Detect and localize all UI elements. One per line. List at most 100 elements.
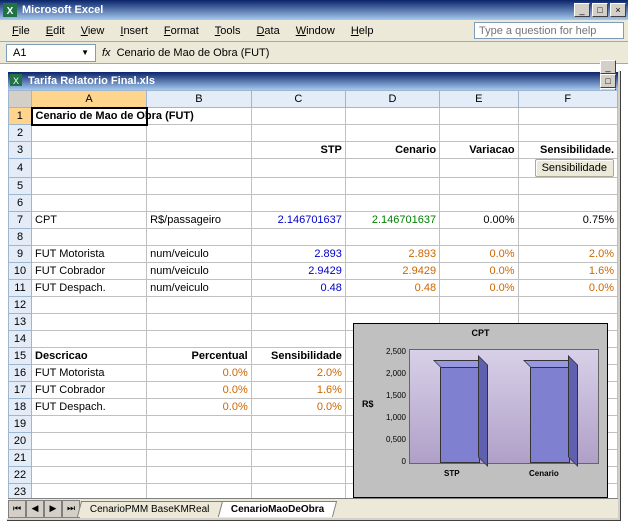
cell[interactable]: Cenario	[345, 142, 439, 159]
cell[interactable]: STP	[251, 142, 345, 159]
cell[interactable]	[251, 297, 345, 314]
cell[interactable]	[147, 195, 252, 212]
cell[interactable]	[345, 159, 439, 178]
row-header[interactable]: 19	[9, 416, 32, 433]
sheet-tab-cenariomaodeobra[interactable]: CenarioMaoDeObra	[217, 501, 337, 517]
cell[interactable]	[251, 229, 345, 246]
cell[interactable]	[440, 195, 518, 212]
cell[interactable]: 0.0%	[440, 246, 518, 263]
row-header[interactable]: 13	[9, 314, 32, 331]
cell[interactable]	[147, 125, 252, 142]
cell[interactable]: num/veiculo	[147, 246, 252, 263]
cell[interactable]	[440, 178, 518, 195]
cell[interactable]: FUT Cobrador	[32, 263, 147, 280]
grid[interactable]: A B C D E F 1 Cenario de Mao de Obra (FU…	[8, 90, 618, 500]
menu-tools[interactable]: Tools	[207, 23, 249, 39]
row-header[interactable]: 10	[9, 263, 32, 280]
cell[interactable]	[32, 229, 147, 246]
cell[interactable]	[147, 433, 252, 450]
cell[interactable]	[32, 467, 147, 484]
cell[interactable]: num/veiculo	[147, 280, 252, 297]
sensibilidade-button[interactable]: Sensibilidade	[535, 159, 614, 177]
cell[interactable]	[251, 467, 345, 484]
cell[interactable]: FUT Cobrador	[32, 382, 147, 399]
menu-format[interactable]: Format	[156, 23, 207, 39]
cell[interactable]: FUT Motorista	[32, 365, 147, 382]
cell[interactable]	[32, 450, 147, 467]
cell[interactable]	[32, 416, 147, 433]
cell[interactable]: 2.9429	[251, 263, 345, 280]
cell[interactable]: FUT Despach.	[32, 399, 147, 416]
cell[interactable]	[345, 229, 439, 246]
cell[interactable]	[440, 125, 518, 142]
cell[interactable]: Variacao	[440, 142, 518, 159]
row-header[interactable]: 8	[9, 229, 32, 246]
cell[interactable]	[251, 450, 345, 467]
cell[interactable]	[147, 450, 252, 467]
cell[interactable]	[147, 229, 252, 246]
cell[interactable]	[345, 297, 439, 314]
col-header-E[interactable]: E	[440, 91, 518, 108]
cell[interactable]	[32, 142, 147, 159]
select-all-corner[interactable]	[9, 91, 32, 108]
cell[interactable]: Sensibilidade	[518, 159, 617, 178]
col-header-F[interactable]: F	[518, 91, 617, 108]
fx-label[interactable]: fx	[102, 47, 111, 59]
cell[interactable]: 2.0%	[251, 365, 345, 382]
cell[interactable]: Percentual	[147, 348, 252, 365]
cell[interactable]	[147, 331, 252, 348]
name-box[interactable]: A1 ▼	[6, 44, 96, 62]
row-header[interactable]: 16	[9, 365, 32, 382]
chart-cpt[interactable]: CPT R$ 0 0,500 1,000 1,500 2,000 2,500 S…	[353, 323, 608, 498]
cell[interactable]: 0.48	[345, 280, 439, 297]
cell[interactable]	[251, 416, 345, 433]
cell[interactable]	[251, 125, 345, 142]
row-header[interactable]: 22	[9, 467, 32, 484]
cell[interactable]: 2.893	[251, 246, 345, 263]
minimize-button[interactable]: _	[574, 3, 590, 17]
cell[interactable]	[440, 108, 518, 125]
cell[interactable]	[345, 178, 439, 195]
cell[interactable]	[32, 314, 147, 331]
cell[interactable]	[32, 159, 147, 178]
menu-insert[interactable]: Insert	[112, 23, 156, 39]
row-header[interactable]: 17	[9, 382, 32, 399]
cell[interactable]	[147, 416, 252, 433]
cell[interactable]	[345, 195, 439, 212]
formula-input[interactable]: Cenario de Mao de Obra (FUT)	[117, 47, 622, 59]
cell[interactable]: 0.0%	[147, 382, 252, 399]
cell[interactable]	[518, 229, 617, 246]
row-header[interactable]: 2	[9, 125, 32, 142]
menu-help[interactable]: Help	[343, 23, 382, 39]
cell[interactable]	[147, 314, 252, 331]
cell[interactable]: 1.6%	[251, 382, 345, 399]
tab-nav-first[interactable]: ⏮	[8, 500, 26, 518]
cell[interactable]: 2.893	[345, 246, 439, 263]
cell[interactable]	[147, 178, 252, 195]
close-button[interactable]: ×	[610, 3, 626, 17]
tab-nav-next[interactable]: ▶	[44, 500, 62, 518]
cell[interactable]: FUT Motorista	[32, 246, 147, 263]
cell[interactable]	[345, 108, 439, 125]
cell[interactable]: Cenario de Mao de Obra (FUT)	[32, 108, 147, 125]
menu-view[interactable]: View	[73, 23, 113, 39]
row-header[interactable]: 4	[9, 159, 32, 178]
cell[interactable]	[251, 331, 345, 348]
menu-window[interactable]: Window	[288, 23, 343, 39]
cell[interactable]: 0.75%	[518, 212, 617, 229]
cell[interactable]	[147, 297, 252, 314]
cell[interactable]: R$/passageiro	[147, 212, 252, 229]
cell[interactable]	[518, 195, 617, 212]
cell[interactable]: 0.0%	[147, 365, 252, 382]
cell[interactable]	[251, 195, 345, 212]
cell[interactable]: Sensibilidade	[251, 348, 345, 365]
cell[interactable]: Sensibilidade.	[518, 142, 617, 159]
cell[interactable]	[32, 178, 147, 195]
cell[interactable]: 2.146701637	[345, 212, 439, 229]
cell[interactable]: 0.0%	[440, 263, 518, 280]
cell[interactable]: 2.0%	[518, 246, 617, 263]
cell[interactable]: 0.0%	[251, 399, 345, 416]
row-header[interactable]: 15	[9, 348, 32, 365]
maximize-button[interactable]: □	[592, 3, 608, 17]
cell[interactable]: 0.00%	[440, 212, 518, 229]
